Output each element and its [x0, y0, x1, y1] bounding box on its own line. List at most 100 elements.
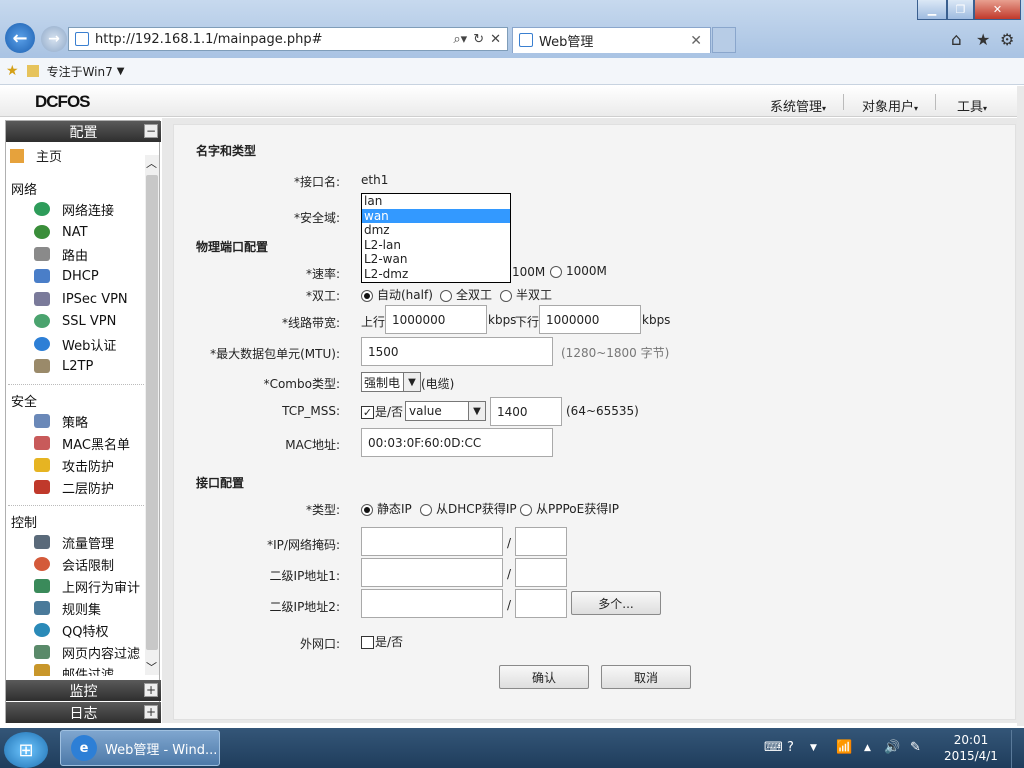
- keyboard-icon[interactable]: ⌨: [764, 740, 783, 755]
- home-icon[interactable]: ⌂: [951, 30, 962, 50]
- zone-dropdown-list[interactable]: lan wan dmz L2-lan L2-wan L2-dmz: [361, 193, 511, 283]
- back-button[interactable]: ←: [5, 23, 35, 53]
- mac-input[interactable]: 00:03:0F:60:0D:CC: [361, 428, 553, 457]
- help-icon[interactable]: ?: [787, 740, 794, 755]
- favorites-star-icon[interactable]: ★: [976, 30, 990, 49]
- type-pppoe-option[interactable]: 从PPPoE获得IP: [520, 500, 619, 517]
- sidebar-item-home[interactable]: 主页: [10, 146, 62, 165]
- cancel-button[interactable]: 取消: [601, 665, 691, 689]
- collapse-icon[interactable]: −: [144, 124, 158, 138]
- sidebar-item-l2tp[interactable]: L2TP: [34, 356, 93, 376]
- sidebar-item-ipsec-vpn[interactable]: IPSec VPN: [34, 289, 128, 309]
- maximize-button[interactable]: ❐: [947, 0, 974, 20]
- mss-select[interactable]: value ▼: [405, 401, 486, 421]
- type-dhcp-option[interactable]: 从DHCP获得IP: [420, 500, 517, 517]
- mss-checkbox[interactable]: ✓ 是/否: [361, 403, 403, 420]
- duplex-half-option[interactable]: 半双工: [500, 286, 552, 303]
- chevron-down-icon[interactable]: ▼: [810, 743, 817, 753]
- sidebar-section-log[interactable]: 日志 +: [6, 702, 161, 723]
- zone-option-l2-lan[interactable]: L2-lan: [362, 238, 510, 253]
- chevron-down-icon[interactable]: ▼: [117, 66, 125, 77]
- checkmark-icon[interactable]: ✓: [361, 406, 374, 419]
- sidebar-section-config[interactable]: 配置 −: [6, 121, 161, 142]
- sidebar-item-mail-filter[interactable]: 邮件过滤: [34, 664, 114, 676]
- mtu-input[interactable]: 1500: [361, 337, 553, 366]
- address-bar[interactable]: http://192.168.1.1/mainpage.php# ⌕▾ ↻ ✕: [68, 27, 508, 51]
- sidebar-item-route[interactable]: 路由: [34, 244, 88, 264]
- bw-down-input[interactable]: 1000000: [539, 305, 641, 334]
- stop-icon[interactable]: ✕: [490, 32, 501, 47]
- sidebar-item-ssl-vpn[interactable]: SSL VPN: [34, 311, 116, 331]
- zone-option-wan[interactable]: wan: [362, 208, 510, 223]
- bw-up-input[interactable]: 1000000: [385, 305, 487, 334]
- mask3-input[interactable]: [515, 589, 567, 618]
- duplex-auto-option[interactable]: 自动(half): [361, 286, 433, 303]
- sidebar-item-l2-defense[interactable]: 二层防护: [34, 477, 114, 497]
- combo-select[interactable]: 强制电 ▼: [361, 372, 421, 392]
- sidebar-section-monitor[interactable]: 监控 +: [6, 680, 161, 701]
- mask2-input[interactable]: [515, 558, 567, 587]
- radio[interactable]: [361, 289, 373, 302]
- sidebar-item-network-connect[interactable]: 网络连接: [34, 199, 114, 219]
- search-icon[interactable]: ⌕▾: [453, 32, 467, 47]
- forward-button[interactable]: →: [41, 26, 67, 52]
- radio[interactable]: [550, 265, 562, 278]
- new-tab-button[interactable]: [712, 27, 736, 53]
- close-window-button[interactable]: ✕: [974, 0, 1021, 20]
- zone-option-l2-wan[interactable]: L2-wan: [362, 252, 510, 267]
- menu-tools[interactable]: 工具▾: [957, 96, 987, 115]
- add-favorite-icon[interactable]: ★: [6, 63, 19, 79]
- mss-input[interactable]: 1400: [490, 397, 562, 426]
- speed-100m-option[interactable]: 100M: [512, 265, 545, 279]
- url-text[interactable]: http://192.168.1.1/mainpage.php#: [95, 32, 453, 47]
- volume-icon[interactable]: 🔊: [884, 740, 900, 755]
- duplex-full-option[interactable]: 全双工: [440, 286, 492, 303]
- ip2-input[interactable]: [361, 558, 503, 587]
- more-button[interactable]: 多个...: [571, 591, 661, 615]
- sidebar-item-audit[interactable]: 上网行为审计: [34, 576, 140, 596]
- chevron-up-icon[interactable]: ▲: [864, 743, 871, 753]
- clock[interactable]: 20:01 2015/4/1: [935, 732, 1007, 764]
- sidebar-item-session-limit[interactable]: 会话限制: [34, 554, 114, 574]
- show-desktop-button[interactable]: [1011, 730, 1024, 768]
- zone-option-dmz[interactable]: dmz: [362, 223, 510, 238]
- sidebar-item-dhcp[interactable]: DHCP: [34, 266, 99, 286]
- sidebar-item-traffic[interactable]: 流量管理: [34, 532, 114, 552]
- scroll-up-icon[interactable]: ︿: [146, 155, 157, 171]
- start-button[interactable]: ⊞: [4, 732, 48, 768]
- gear-icon[interactable]: ⚙: [1000, 30, 1014, 49]
- radio[interactable]: [500, 289, 512, 302]
- radio[interactable]: [420, 503, 432, 516]
- sidebar-item-attack-defense[interactable]: 攻击防护: [34, 455, 114, 475]
- menu-system[interactable]: 系统管理▾: [770, 96, 826, 115]
- favorites-link[interactable]: 专注于Win7: [47, 63, 113, 80]
- expand-icon[interactable]: +: [144, 683, 158, 697]
- minimize-button[interactable]: ▁: [917, 0, 947, 20]
- speed-1000m-option[interactable]: 1000M: [550, 264, 607, 278]
- wan-port-checkbox[interactable]: 是/否: [361, 633, 403, 650]
- wifi-icon[interactable]: 📶: [836, 740, 852, 755]
- refresh-icon[interactable]: ↻: [473, 32, 484, 47]
- checkbox-box[interactable]: [361, 636, 374, 649]
- radio[interactable]: [440, 289, 452, 302]
- menu-objects-users[interactable]: 对象用户▾: [862, 96, 918, 115]
- zone-option-l2-dmz[interactable]: L2-dmz: [362, 267, 510, 282]
- sidebar-item-mac-blacklist[interactable]: MAC黑名单: [34, 433, 130, 453]
- sidebar-item-web-auth[interactable]: Web认证: [34, 334, 116, 354]
- scroll-down-icon[interactable]: ﹀: [146, 659, 157, 675]
- confirm-button[interactable]: 确认: [499, 665, 589, 689]
- chat-icon[interactable]: ✎: [910, 740, 921, 755]
- ip3-input[interactable]: [361, 589, 503, 618]
- page-scrollbar[interactable]: [1017, 86, 1024, 726]
- sidebar-item-qq[interactable]: QQ特权: [34, 620, 108, 640]
- zone-option-lan[interactable]: lan: [362, 194, 510, 209]
- taskbar-item-ie[interactable]: e Web管理 - Wind...: [60, 730, 220, 766]
- mask-input[interactable]: [515, 527, 567, 556]
- sidebar-item-web-filter[interactable]: 网页内容过滤: [34, 642, 140, 662]
- radio[interactable]: [520, 503, 532, 516]
- sidebar-item-policy[interactable]: 策略: [34, 411, 88, 431]
- tab-web-manage[interactable]: Web管理 ✕: [512, 27, 711, 53]
- ip-input[interactable]: [361, 527, 503, 556]
- expand-icon[interactable]: +: [144, 705, 158, 719]
- radio[interactable]: [361, 503, 373, 516]
